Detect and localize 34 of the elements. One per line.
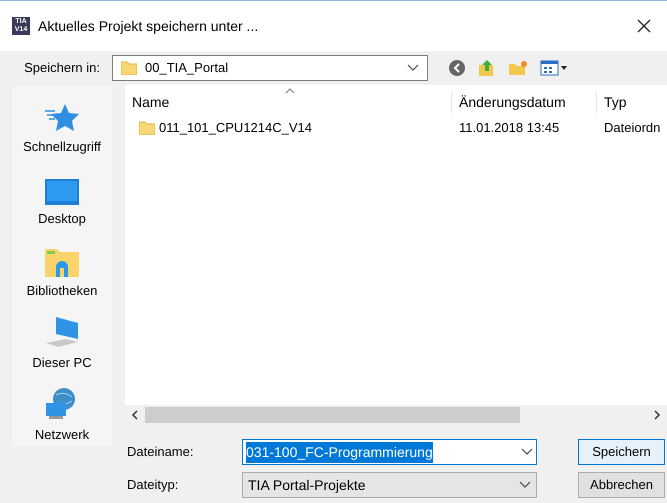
column-header[interactable]: Name bbox=[125, 92, 452, 113]
file-name: 011_101_CPU1214C_V14 bbox=[159, 119, 312, 138]
location-dropdown[interactable]: 00_TIA_Portal bbox=[112, 55, 428, 81]
places-item[interactable]: Bibliotheken bbox=[26, 242, 98, 300]
file-date: 11.01.2018 13:45 bbox=[458, 119, 560, 138]
back-icon[interactable] bbox=[448, 59, 466, 77]
places-item[interactable]: Netzwerk bbox=[34, 386, 90, 444]
monitor-icon bbox=[44, 178, 79, 204]
save-button[interactable]: Speichern bbox=[578, 439, 665, 465]
folder-icon bbox=[121, 61, 137, 75]
scrollbar-thumb[interactable] bbox=[145, 407, 520, 423]
file-row[interactable]: 011_101_CPU1214C_V14 11.01.2018 13:45 Dateiordn bbox=[125, 117, 667, 139]
file-type: Dateiordn bbox=[603, 119, 660, 138]
places-item[interactable]: Dieser PC bbox=[32, 314, 92, 372]
places-item[interactable]: Desktop bbox=[38, 170, 86, 228]
chevron-down-icon bbox=[407, 64, 419, 72]
column-header[interactable]: Typ bbox=[597, 92, 627, 113]
folder-icon bbox=[44, 246, 79, 276]
cancel-button[interactable]: Abbrechen bbox=[578, 472, 665, 498]
star-icon bbox=[45, 102, 79, 132]
chevron-down-icon bbox=[519, 481, 531, 489]
filetype-dropdown[interactable]: TIA Portal-Projekte bbox=[242, 472, 537, 498]
folder-icon bbox=[139, 121, 155, 135]
chevron-down-icon bbox=[521, 448, 533, 456]
filename-label: Dateiname: bbox=[127, 443, 194, 462]
places-item[interactable]: Schnellzugriff bbox=[23, 98, 101, 156]
filetype-label: Dateityp: bbox=[127, 476, 180, 494]
view-menu-icon[interactable] bbox=[540, 60, 568, 76]
window-title: Aktuelles Projekt speichern unter ... bbox=[38, 16, 260, 36]
column-header[interactable]: Änderungsdatum bbox=[452, 92, 597, 113]
location-label: Speichern in: bbox=[23, 59, 101, 78]
computer-icon bbox=[44, 316, 80, 348]
close-icon[interactable] bbox=[637, 19, 651, 33]
filename-field[interactable]: 031-100_FC-Programmierung bbox=[242, 439, 537, 465]
